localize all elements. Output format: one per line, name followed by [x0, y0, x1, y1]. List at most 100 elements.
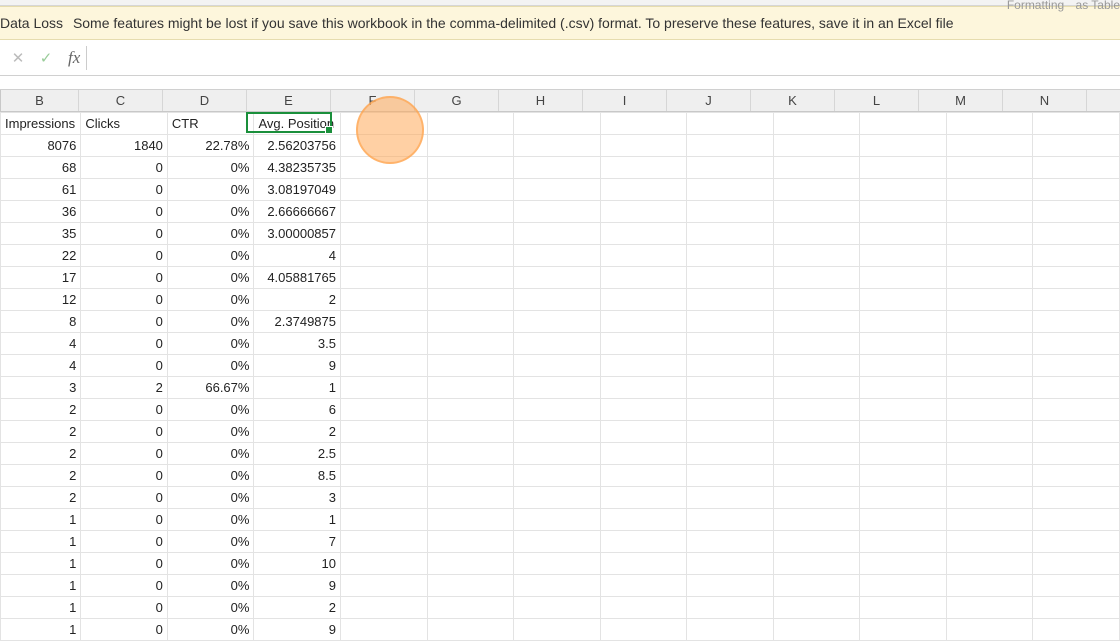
empty-cell[interactable]	[514, 421, 601, 443]
empty-cell[interactable]	[514, 553, 601, 575]
empty-cell[interactable]	[514, 619, 601, 641]
cell-avg-position[interactable]: 8.5	[254, 465, 341, 487]
col-header-l[interactable]: L	[835, 90, 919, 111]
empty-cell[interactable]	[427, 531, 514, 553]
empty-cell[interactable]	[946, 465, 1033, 487]
empty-cell[interactable]	[773, 531, 860, 553]
empty-cell[interactable]	[600, 531, 687, 553]
empty-cell[interactable]	[514, 377, 601, 399]
empty-cell[interactable]	[427, 355, 514, 377]
cell-clicks[interactable]: 0	[81, 509, 168, 531]
cell-avg-position[interactable]: 10	[254, 553, 341, 575]
empty-cell[interactable]	[773, 597, 860, 619]
empty-cell[interactable]	[687, 113, 774, 135]
col-header-i[interactable]: I	[583, 90, 667, 111]
empty-cell[interactable]	[427, 377, 514, 399]
cell-clicks[interactable]: 0	[81, 289, 168, 311]
empty-cell[interactable]	[773, 509, 860, 531]
cell-ctr[interactable]: 0%	[167, 421, 254, 443]
empty-cell[interactable]	[860, 113, 947, 135]
cell-impressions[interactable]: 2	[1, 465, 81, 487]
cell-avg-position[interactable]: 3	[254, 487, 341, 509]
cell-clicks[interactable]: 0	[81, 311, 168, 333]
empty-cell[interactable]	[687, 377, 774, 399]
empty-cell[interactable]	[514, 245, 601, 267]
cell-clicks[interactable]: 0	[81, 333, 168, 355]
cell-impressions[interactable]: 4	[1, 333, 81, 355]
empty-cell[interactable]	[860, 421, 947, 443]
empty-cell[interactable]	[514, 509, 601, 531]
empty-cell[interactable]	[1033, 223, 1120, 245]
cell-clicks[interactable]: 0	[81, 355, 168, 377]
cell-avg-position[interactable]: 2.5	[254, 443, 341, 465]
empty-cell[interactable]	[600, 399, 687, 421]
empty-cell[interactable]	[946, 245, 1033, 267]
cell-avg-position[interactable]: 2.56203756	[254, 135, 341, 157]
col-header-f[interactable]: F	[331, 90, 415, 111]
col-header-c[interactable]: C	[79, 90, 163, 111]
col-header-j[interactable]: J	[667, 90, 751, 111]
empty-cell[interactable]	[1033, 487, 1120, 509]
empty-cell[interactable]	[687, 223, 774, 245]
empty-cell[interactable]	[860, 531, 947, 553]
empty-cell[interactable]	[1033, 553, 1120, 575]
empty-cell[interactable]	[600, 333, 687, 355]
empty-cell[interactable]	[427, 399, 514, 421]
empty-cell[interactable]	[860, 157, 947, 179]
empty-cell[interactable]	[341, 333, 428, 355]
empty-cell[interactable]	[860, 377, 947, 399]
cell-impressions[interactable]: 8	[1, 311, 81, 333]
cell-clicks[interactable]: 0	[81, 267, 168, 289]
cell-clicks[interactable]: 0	[81, 179, 168, 201]
empty-cell[interactable]	[600, 597, 687, 619]
empty-cell[interactable]	[514, 289, 601, 311]
empty-cell[interactable]	[946, 509, 1033, 531]
cell-clicks[interactable]: 0	[81, 157, 168, 179]
empty-cell[interactable]	[1033, 619, 1120, 641]
empty-cell[interactable]	[1033, 355, 1120, 377]
empty-cell[interactable]	[687, 553, 774, 575]
cell-impressions[interactable]: 2	[1, 421, 81, 443]
empty-cell[interactable]	[341, 619, 428, 641]
empty-cell[interactable]	[427, 289, 514, 311]
empty-cell[interactable]	[687, 179, 774, 201]
empty-cell[interactable]	[860, 135, 947, 157]
empty-cell[interactable]	[514, 355, 601, 377]
empty-cell[interactable]	[427, 553, 514, 575]
empty-cell[interactable]	[341, 553, 428, 575]
empty-cell[interactable]	[773, 311, 860, 333]
empty-cell[interactable]	[773, 619, 860, 641]
empty-cell[interactable]	[427, 245, 514, 267]
empty-cell[interactable]	[860, 245, 947, 267]
empty-cell[interactable]	[1033, 509, 1120, 531]
empty-cell[interactable]	[600, 377, 687, 399]
cell-impressions[interactable]: 36	[1, 201, 81, 223]
empty-cell[interactable]	[1033, 465, 1120, 487]
cell-impressions[interactable]: 17	[1, 267, 81, 289]
fx-icon[interactable]: fx	[68, 48, 80, 68]
empty-cell[interactable]	[773, 267, 860, 289]
empty-cell[interactable]	[860, 465, 947, 487]
empty-cell[interactable]	[600, 465, 687, 487]
empty-cell[interactable]	[514, 223, 601, 245]
empty-cell[interactable]	[687, 135, 774, 157]
empty-cell[interactable]	[341, 531, 428, 553]
header-ctr[interactable]: CTR	[167, 113, 254, 135]
empty-cell[interactable]	[946, 201, 1033, 223]
cell-impressions[interactable]: 3	[1, 377, 81, 399]
empty-cell[interactable]	[687, 531, 774, 553]
cell-clicks[interactable]: 0	[81, 487, 168, 509]
cell-ctr[interactable]: 66.67%	[167, 377, 254, 399]
empty-cell[interactable]	[427, 443, 514, 465]
empty-cell[interactable]	[946, 597, 1033, 619]
spreadsheet-grid[interactable]: B C D E F G H I J K L M N ImpressionsCli…	[0, 90, 1120, 641]
cell-avg-position[interactable]: 1	[254, 377, 341, 399]
cell-impressions[interactable]: 61	[1, 179, 81, 201]
empty-cell[interactable]	[773, 553, 860, 575]
empty-cell[interactable]	[946, 113, 1033, 135]
cell-impressions[interactable]: 1	[1, 553, 81, 575]
empty-cell[interactable]	[427, 267, 514, 289]
ribbon-as-table-label[interactable]: as Table	[1076, 0, 1120, 12]
empty-cell[interactable]	[860, 223, 947, 245]
cell-ctr[interactable]: 0%	[167, 311, 254, 333]
